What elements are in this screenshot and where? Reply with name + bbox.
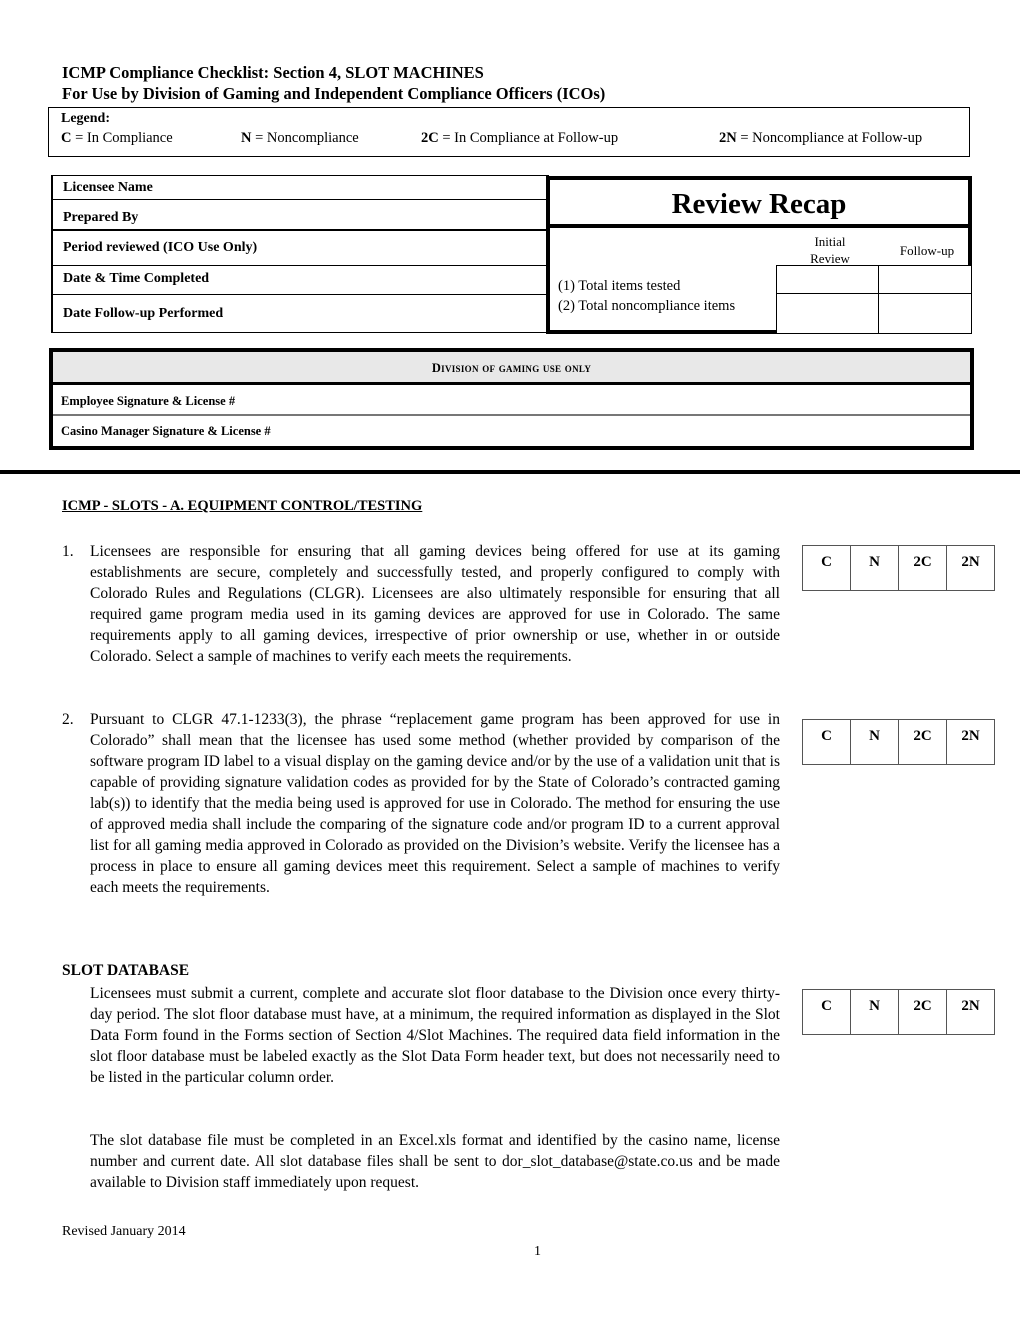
compliance-checkboxes: C N 2C 2N bbox=[802, 545, 995, 591]
legend-item-n: N = Noncompliance bbox=[241, 130, 359, 146]
document-subtitle: For Use by Division of Gaming and Indepe… bbox=[62, 84, 606, 103]
page-number: 1 bbox=[534, 1244, 541, 1259]
review-recap-panel: Review Recap Initial Review Follow-up (1)… bbox=[546, 176, 972, 334]
legend-item-2c: 2C = In Compliance at Follow-up bbox=[421, 130, 619, 146]
document-title: ICMP Compliance Checklist: Section 4, SL… bbox=[62, 63, 484, 82]
compliance-option-2n[interactable]: 2N bbox=[947, 720, 994, 764]
section-divider bbox=[0, 470, 1020, 474]
field-label: Prepared By bbox=[63, 209, 139, 225]
compliance-option-2c[interactable]: 2C bbox=[899, 990, 947, 1034]
compliance-option-n[interactable]: N bbox=[851, 990, 899, 1034]
col-header-follow-up: Follow-up bbox=[899, 243, 955, 258]
compliance-checkboxes: C N 2C 2N bbox=[802, 719, 995, 765]
employee-signature-field[interactable]: Employee Signature & License # bbox=[53, 385, 970, 416]
total-noncompliance-initial-input[interactable] bbox=[776, 293, 880, 334]
legend-title: Legend: bbox=[61, 111, 110, 126]
division-use-only-table: Division of gaming use only Employee Sig… bbox=[49, 348, 974, 450]
compliance-option-2c[interactable]: 2C bbox=[899, 720, 947, 764]
field-label: Period reviewed (ICO Use Only) bbox=[63, 240, 258, 255]
compliance-checkboxes: C N 2C 2N bbox=[802, 989, 995, 1035]
field-date-follow-up[interactable]: Date Follow-up Performed bbox=[52, 294, 548, 333]
field-label: Date Follow-up Performed bbox=[63, 305, 224, 321]
compliance-option-c[interactable]: C bbox=[803, 990, 851, 1034]
recap-row-label: (2) Total noncompliance items bbox=[558, 298, 736, 314]
col-header-initial-review: Initial Review bbox=[810, 234, 850, 266]
field-label: Casino Manager Signature & License # bbox=[61, 424, 271, 438]
compliance-option-2c[interactable]: 2C bbox=[899, 546, 947, 590]
slot-database-paragraph: Licensees must submit a current, complet… bbox=[90, 985, 780, 1086]
compliance-option-2n[interactable]: 2N bbox=[947, 546, 994, 590]
total-noncompliance-followup-input[interactable] bbox=[878, 293, 972, 334]
item-number: 2. bbox=[62, 711, 74, 728]
slot-database-heading: SLOT DATABASE bbox=[62, 962, 190, 979]
slot-database-paragraph: The slot database file must be completed… bbox=[90, 1132, 780, 1191]
field-period-reviewed[interactable]: Period reviewed (ICO Use Only) bbox=[52, 229, 548, 265]
review-recap-title: Review Recap bbox=[550, 180, 968, 228]
recap-row-label: (1) Total items tested bbox=[558, 278, 681, 294]
legend-item-c: C = In Compliance bbox=[61, 130, 173, 146]
compliance-option-c[interactable]: C bbox=[803, 546, 851, 590]
field-licensee-name[interactable]: Licensee Name bbox=[52, 176, 548, 199]
field-date-time-completed[interactable]: Date & Time Completed bbox=[52, 265, 548, 294]
compliance-option-2n[interactable]: 2N bbox=[947, 990, 994, 1034]
item-number: 1. bbox=[62, 543, 74, 560]
field-label: Employee Signature & License # bbox=[61, 394, 236, 408]
checklist-item-text: Pursuant to CLGR 47.1-1233(3), the phras… bbox=[90, 711, 780, 896]
revision-date: Revised January 2014 bbox=[62, 1224, 186, 1239]
division-use-only-heading: Division of gaming use only bbox=[53, 352, 970, 385]
legend-box: Legend: C = In Compliance N = Noncomplia… bbox=[48, 107, 970, 157]
compliance-option-n[interactable]: N bbox=[851, 720, 899, 764]
compliance-option-n[interactable]: N bbox=[851, 546, 899, 590]
legend-item-2n: 2N = Noncompliance at Follow-up bbox=[719, 130, 923, 146]
field-label: Date & Time Completed bbox=[63, 271, 210, 286]
checklist-item-text: Licensees are responsible for ensuring t… bbox=[90, 543, 780, 665]
total-tested-followup-input[interactable] bbox=[878, 265, 972, 295]
field-prepared-by[interactable]: Prepared By bbox=[52, 199, 548, 229]
field-label: Licensee Name bbox=[63, 179, 153, 195]
section-heading: ICMP - SLOTS - A. EQUIPMENT CONTROL/TEST… bbox=[62, 498, 423, 514]
total-tested-initial-input[interactable] bbox=[776, 265, 880, 295]
compliance-option-c[interactable]: C bbox=[803, 720, 851, 764]
casino-manager-signature-field[interactable]: Casino Manager Signature & License # bbox=[53, 416, 970, 446]
